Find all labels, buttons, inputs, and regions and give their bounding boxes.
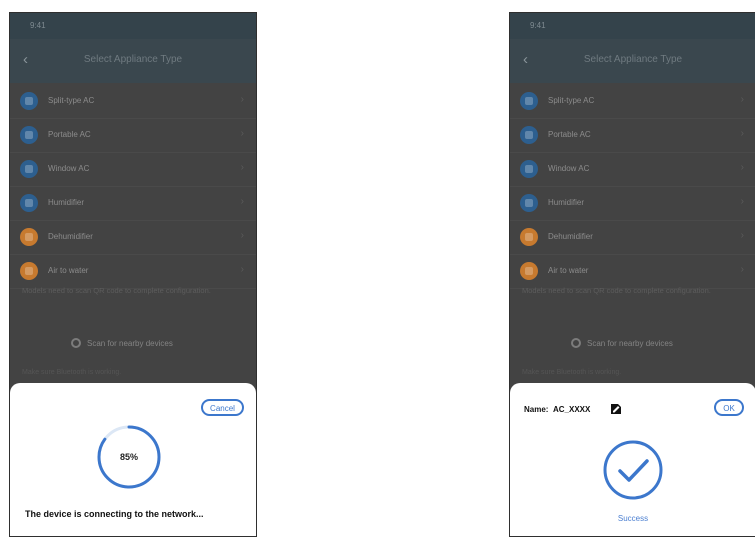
- appliance-item-split-ac[interactable]: Split-type AC ›: [10, 85, 256, 119]
- appliance-item-label: Portable AC: [548, 130, 591, 139]
- page-title: Select Appliance Type: [583, 54, 683, 65]
- page-title: Select Appliance Type: [83, 54, 183, 65]
- appliance-item-label: Window AC: [548, 164, 590, 173]
- appliance-item-label: Humidifier: [548, 198, 585, 207]
- success-check-icon: [603, 440, 663, 500]
- scan-icon: [71, 338, 81, 348]
- appliance-item-label: Split-type AC: [548, 96, 595, 105]
- dehumidifier-icon: [520, 228, 538, 246]
- humidifier-icon: [520, 194, 538, 212]
- appliance-item-label: Dehumidifier: [48, 232, 93, 241]
- dehumidifier-icon: [20, 228, 38, 246]
- appliance-item-split-ac[interactable]: Split-type AC ›: [510, 85, 755, 119]
- appliance-item-label: Humidifier: [48, 198, 85, 207]
- device-name-value: AC_XXXX: [553, 405, 591, 414]
- scan-icon: [571, 338, 581, 348]
- device-name-label: Name:: [524, 405, 549, 414]
- status-time: 9:41: [30, 21, 46, 30]
- phone-screen-success: 9:41 ‹ Select Appliance Type Split-type …: [509, 12, 755, 537]
- window-ac-icon: [520, 160, 538, 178]
- appliance-item-window-ac[interactable]: Window AC ›: [510, 153, 755, 187]
- success-sheet: Name: AC_XXXX OK Success: [510, 383, 755, 536]
- chevron-right-icon: ›: [240, 162, 244, 173]
- phone-screen-connecting: 9:41 ‹ Select Appliance Type Split-type …: [9, 12, 257, 537]
- appliance-item-label: Air to water: [548, 266, 589, 275]
- scan-nearby-button[interactable]: Scan for nearby devices: [10, 331, 256, 357]
- appliance-item-dehumidifier[interactable]: Dehumidifier ›: [510, 221, 755, 255]
- appliance-item-label: Portable AC: [48, 130, 91, 139]
- air-to-water-icon: [20, 262, 38, 280]
- progress-ring: 85%: [96, 424, 162, 490]
- bluetooth-note: Make sure Bluetooth is working.: [522, 369, 622, 376]
- appliance-item-label: Split-type AC: [48, 96, 95, 105]
- chevron-right-icon: ›: [240, 230, 244, 241]
- status-bar: 9:41: [510, 13, 755, 39]
- portable-ac-icon: [20, 126, 38, 144]
- qr-note: Models need to scan QR code to complete …: [522, 286, 711, 295]
- appliance-item-portable-ac[interactable]: Portable AC ›: [510, 119, 755, 153]
- cancel-button[interactable]: Cancel: [201, 399, 244, 416]
- progress-percent: 85%: [119, 452, 138, 462]
- chevron-right-icon: ›: [740, 196, 744, 207]
- connecting-status-text: The device is connecting to the network.…: [25, 509, 204, 519]
- split-ac-icon: [520, 92, 538, 110]
- chevron-right-icon: ›: [740, 162, 744, 173]
- scan-label: Scan for nearby devices: [87, 339, 173, 348]
- chevron-right-icon: ›: [740, 230, 744, 241]
- appliance-list: Split-type AC › Portable AC › Window AC …: [510, 85, 755, 289]
- appliance-item-air-to-water[interactable]: Air to water ›: [510, 255, 755, 289]
- appliance-item-label: Air to water: [48, 266, 89, 275]
- chevron-right-icon: ›: [240, 94, 244, 105]
- appliance-item-humidifier[interactable]: Humidifier ›: [10, 187, 256, 221]
- connecting-sheet: Cancel 85% The device is connecting to t…: [10, 383, 256, 536]
- nav-bar: ‹ Select Appliance Type: [510, 39, 755, 83]
- chevron-right-icon: ›: [740, 128, 744, 139]
- appliance-item-air-to-water[interactable]: Air to water ›: [10, 255, 256, 289]
- appliance-item-dehumidifier[interactable]: Dehumidifier ›: [10, 221, 256, 255]
- ok-button[interactable]: OK: [714, 399, 744, 416]
- portable-ac-icon: [520, 126, 538, 144]
- scan-nearby-button[interactable]: Scan for nearby devices: [510, 331, 755, 357]
- split-ac-icon: [20, 92, 38, 110]
- humidifier-icon: [20, 194, 38, 212]
- window-ac-icon: [20, 160, 38, 178]
- qr-note: Models need to scan QR code to complete …: [22, 286, 211, 295]
- chevron-right-icon: ›: [740, 264, 744, 275]
- air-to-water-icon: [520, 262, 538, 280]
- appliance-item-window-ac[interactable]: Window AC ›: [10, 153, 256, 187]
- status-time: 9:41: [530, 21, 546, 30]
- chevron-right-icon: ›: [240, 264, 244, 275]
- appliance-list: Split-type AC › Portable AC › Window AC …: [10, 85, 256, 289]
- nav-bar: ‹ Select Appliance Type: [10, 39, 256, 83]
- scan-label: Scan for nearby devices: [587, 339, 673, 348]
- success-text: Success: [617, 514, 649, 523]
- chevron-right-icon: ›: [240, 128, 244, 139]
- appliance-item-humidifier[interactable]: Humidifier ›: [510, 187, 755, 221]
- status-bar: 9:41: [10, 13, 256, 39]
- appliance-item-label: Dehumidifier: [548, 232, 593, 241]
- appliance-item-label: Window AC: [48, 164, 90, 173]
- chevron-right-icon: ›: [740, 94, 744, 105]
- chevron-right-icon: ›: [240, 196, 244, 207]
- edit-icon[interactable]: [610, 403, 622, 415]
- appliance-item-portable-ac[interactable]: Portable AC ›: [10, 119, 256, 153]
- bluetooth-note: Make sure Bluetooth is working.: [22, 369, 122, 376]
